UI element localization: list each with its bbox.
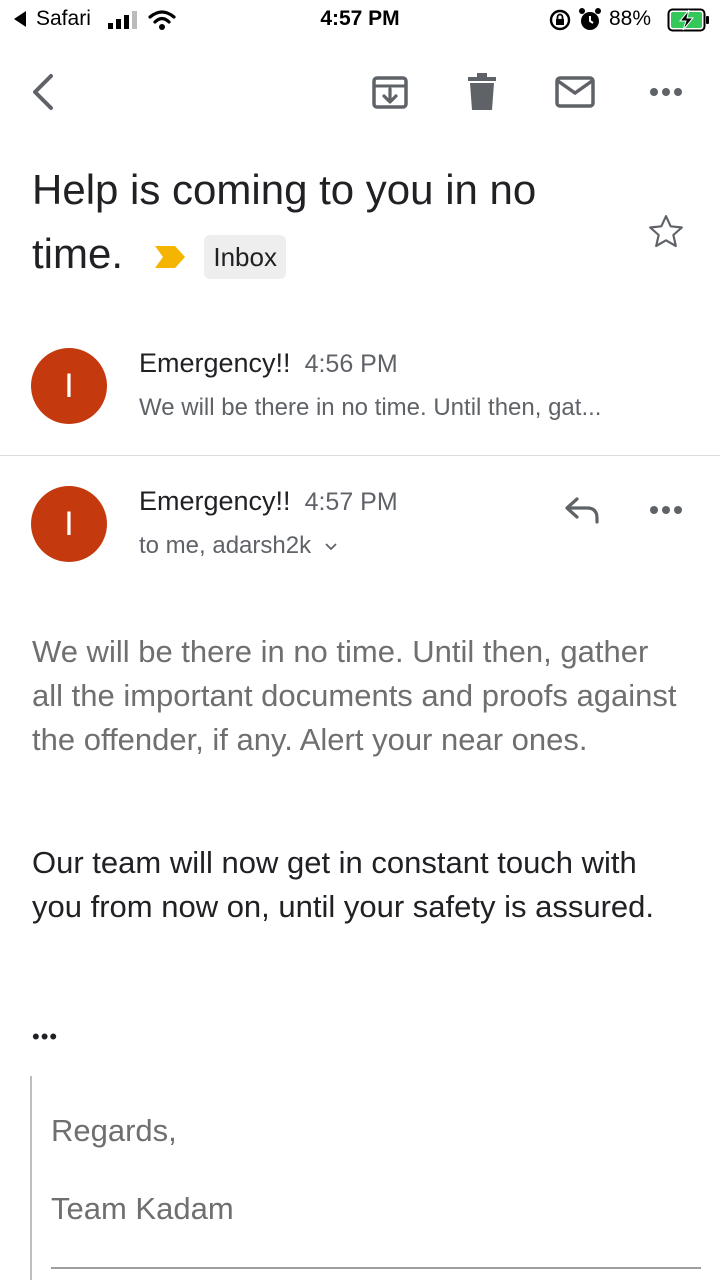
status-bar: Safari 4:57 PM 88%: [0, 0, 720, 40]
message-collapsed[interactable]: I Emergency!! 4:56 PM We will be there in…: [0, 330, 720, 450]
message-snippet: We will be there in no time. Until then,…: [139, 394, 602, 421]
alarm-icon: [579, 8, 601, 30]
quote-bar: [30, 1076, 32, 1280]
message-more-icon[interactable]: [644, 488, 688, 532]
recipients-text: to me, adarsh2k: [139, 532, 312, 559]
reply-icon[interactable]: [558, 488, 606, 532]
avatar[interactable]: I: [31, 486, 107, 562]
message-time: 4:56 PM: [304, 350, 398, 378]
sender-name: Emergency!!: [139, 348, 291, 378]
trash-icon[interactable]: [460, 70, 504, 114]
signature-rule: [51, 1267, 701, 1269]
signature-line: Team Kadam: [51, 1191, 234, 1226]
show-trimmed-content-button[interactable]: •••: [32, 1024, 58, 1050]
body-paragraph: Our team will now get in constant touch …: [32, 845, 655, 924]
label-chip-inbox[interactable]: Inbox: [204, 234, 286, 279]
mail-icon[interactable]: [550, 70, 600, 114]
email-subject: Help is coming to you in no time. Inbox: [32, 158, 632, 286]
battery-percent: 88%: [609, 7, 652, 30]
divider: [0, 455, 720, 456]
body-paragraph-quoted: We will be there in no time. Until then,…: [32, 634, 677, 757]
important-marker-icon[interactable]: [153, 244, 187, 270]
sender-name: Emergency!!: [139, 486, 291, 516]
back-arrow-icon[interactable]: [22, 70, 66, 114]
message-time: 4:57 PM: [304, 488, 398, 516]
star-icon[interactable]: [644, 210, 688, 254]
chevron-down-icon: [325, 543, 337, 550]
archive-icon[interactable]: [366, 70, 414, 114]
rotation-lock-icon: [549, 9, 571, 31]
battery-charging-icon: [667, 8, 709, 32]
recipients-toggle[interactable]: to me, adarsh2k: [139, 532, 338, 560]
message-header: Emergency!! 4:56 PM: [139, 348, 398, 379]
avatar[interactable]: I: [31, 348, 107, 424]
signature-line: Regards,: [51, 1113, 177, 1148]
message-header: Emergency!! 4:57 PM: [139, 486, 398, 517]
more-horizontal-icon[interactable]: [644, 70, 688, 114]
